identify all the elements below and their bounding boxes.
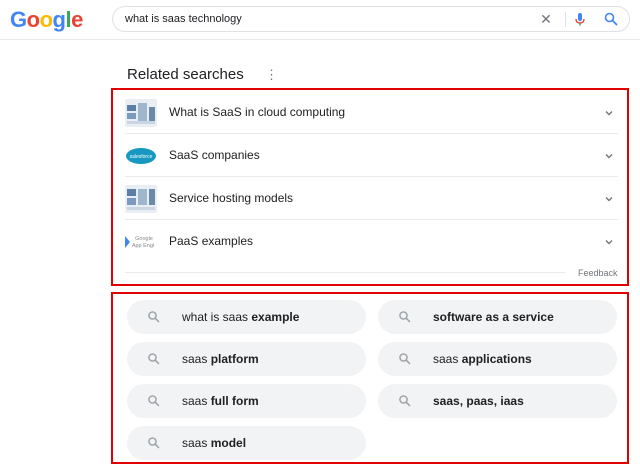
salesforce-logo-text: salesforce bbox=[130, 154, 153, 160]
question-label: What is SaaS in cloud computing bbox=[169, 105, 346, 119]
chevron-down-icon bbox=[603, 106, 615, 118]
search-icon bbox=[147, 394, 161, 408]
related-question-item[interactable]: Service hosting models bbox=[125, 178, 618, 220]
search-icon bbox=[147, 436, 161, 450]
search-icon[interactable] bbox=[603, 11, 619, 27]
search-input[interactable] bbox=[125, 11, 515, 27]
app-engine-thumbnail-icon: Google App Engi bbox=[125, 228, 157, 256]
search-icon bbox=[147, 352, 161, 366]
related-search-chip[interactable]: software as a service bbox=[378, 300, 617, 334]
chip-label: saas model bbox=[182, 436, 246, 450]
related-search-chip[interactable]: saas full form bbox=[127, 384, 366, 418]
diagram-thumbnail-icon bbox=[125, 185, 157, 213]
logo-letter: o bbox=[26, 7, 40, 32]
search-icon bbox=[398, 394, 412, 408]
feedback-divider bbox=[125, 272, 565, 273]
chip-label: saas platform bbox=[182, 352, 259, 366]
chip-plain-text: saas bbox=[182, 394, 211, 408]
chevron-down-icon bbox=[603, 235, 615, 247]
chip-plain-text: saas bbox=[182, 436, 211, 450]
chip-plain-text: what is saas bbox=[182, 310, 252, 324]
chip-label: software as a service bbox=[433, 310, 554, 324]
chip-label: saas, paas, iaas bbox=[433, 394, 524, 408]
app-engine-logo-text: App Engi bbox=[132, 243, 154, 249]
logo-letter: G bbox=[10, 7, 27, 32]
clear-icon[interactable]: ✕ bbox=[538, 11, 554, 27]
chip-bold-text: platform bbox=[210, 352, 259, 366]
logo-letter: e bbox=[71, 7, 83, 32]
search-icon bbox=[398, 310, 412, 324]
related-search-chip[interactable]: saas applications bbox=[378, 342, 617, 376]
app-engine-logo-text: Google bbox=[135, 236, 153, 242]
chip-plain-text: saas bbox=[182, 352, 211, 366]
question-label: Service hosting models bbox=[169, 191, 294, 205]
header-bar: Google ✕ bbox=[0, 0, 640, 40]
diagram-thumbnail-icon bbox=[125, 99, 157, 127]
related-search-chip[interactable]: saas, paas, iaas bbox=[378, 384, 617, 418]
search-box: ✕ bbox=[112, 6, 630, 32]
related-search-chip[interactable]: what is saas example bbox=[127, 300, 366, 334]
question-label: PaaS examples bbox=[169, 234, 254, 248]
chip-bold-text: software as a service bbox=[433, 310, 554, 324]
related-question-item[interactable]: What is SaaS in cloud computing bbox=[125, 92, 618, 134]
search-divider bbox=[565, 12, 566, 27]
related-search-chip[interactable]: saas model bbox=[127, 426, 366, 460]
search-icon bbox=[398, 352, 412, 366]
chip-bold-text: model bbox=[210, 436, 247, 450]
chip-bold-text: full form bbox=[210, 394, 259, 408]
question-label: SaaS companies bbox=[169, 148, 260, 162]
chip-bold-text: saas, paas, iaas bbox=[433, 394, 524, 408]
logo-letter: g bbox=[52, 7, 66, 32]
google-logo[interactable]: Google bbox=[10, 7, 83, 33]
chevron-down-icon bbox=[603, 149, 615, 161]
chip-label: what is saas example bbox=[182, 310, 299, 324]
microphone-icon[interactable] bbox=[572, 11, 588, 27]
feedback-link[interactable]: Feedback bbox=[578, 268, 618, 278]
logo-letter: o bbox=[39, 7, 53, 32]
related-search-chip[interactable]: saas platform bbox=[127, 342, 366, 376]
chip-label: saas full form bbox=[182, 394, 259, 408]
related-searches-title: Related searches bbox=[127, 66, 244, 83]
chip-plain-text: saas bbox=[433, 352, 462, 366]
chip-bold-text: applications bbox=[461, 352, 532, 366]
chevron-down-icon bbox=[603, 192, 615, 204]
more-options-icon[interactable]: ⋮ bbox=[265, 67, 278, 83]
chip-bold-text: example bbox=[251, 310, 300, 324]
chip-label: saas applications bbox=[433, 352, 532, 366]
salesforce-thumbnail-icon: salesforce bbox=[125, 142, 157, 170]
related-question-item[interactable]: Google App Engi PaaS examples bbox=[125, 221, 618, 263]
search-icon bbox=[147, 310, 161, 324]
related-question-item[interactable]: salesforce SaaS companies bbox=[125, 135, 618, 177]
